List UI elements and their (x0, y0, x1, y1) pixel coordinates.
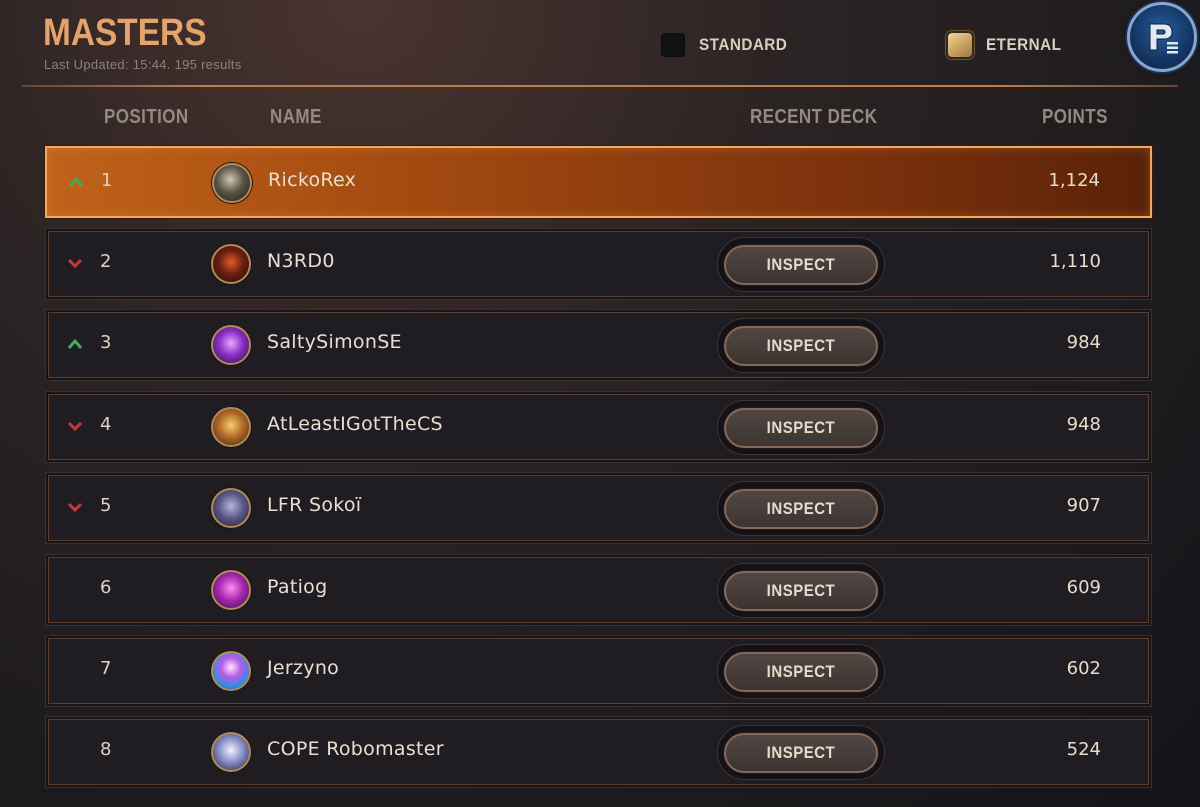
player-name: N3RD0 (267, 250, 335, 272)
inspect-deck-button[interactable]: INSPECT (717, 725, 885, 780)
last-updated-text: Last Updated: 15:44. 195 results (44, 57, 242, 72)
rank-up-arrow-icon (68, 176, 84, 187)
fox-avatar-icon (211, 407, 251, 447)
inspect-label: INSPECT (766, 742, 836, 762)
rank-position: 3 (100, 332, 112, 353)
inspect-deck-button[interactable]: INSPECT (717, 563, 885, 618)
mushroom-avatar-icon (211, 651, 251, 691)
inspect-label: INSPECT (766, 580, 836, 600)
champion-avatar-icon (211, 244, 251, 284)
player-points: 524 (1066, 739, 1101, 760)
player-points: 948 (1066, 414, 1101, 435)
page-title: MASTERS (43, 12, 207, 54)
player-points: 1,124 (1048, 170, 1100, 191)
rank-down-arrow-icon (67, 502, 83, 513)
dragon-avatar-icon (212, 163, 252, 203)
inspect-button-face: INSPECT (724, 570, 878, 611)
player-name: LFR Sokoï (267, 494, 362, 516)
leaderboard-header: MASTERS Last Updated: 15:44. 195 results… (0, 0, 1200, 92)
rank-position: 8 (100, 739, 112, 760)
inspect-deck-button[interactable]: INSPECT (717, 237, 885, 292)
leaderboard-row[interactable]: 2 N3RD0 INSPECT 1,110 (45, 228, 1152, 300)
spirit-avatar-icon (211, 732, 251, 772)
inspect-deck-button[interactable]: INSPECT (717, 318, 885, 373)
header-divider (22, 85, 1178, 87)
inspect-label: INSPECT (766, 335, 836, 355)
player-name: AtLeastIGotTheCS (267, 413, 443, 435)
player-points: 1,110 (1049, 251, 1101, 272)
standard-checkbox[interactable] (659, 31, 687, 59)
rank-position: 4 (100, 414, 112, 435)
inspect-label: INSPECT (766, 417, 836, 437)
leaderboard-row[interactable]: 3 SaltySimonSE INSPECT 984 (45, 309, 1152, 381)
leaderboard-row[interactable]: 6 Patiog INSPECT 609 (45, 554, 1152, 626)
column-header-points: POINTS (1042, 106, 1108, 128)
rank-down-arrow-icon (67, 421, 83, 432)
leaderboard-row[interactable]: 1 RickoRex 1,124 (45, 146, 1152, 218)
standard-mode-toggle[interactable]: STANDARD (659, 31, 797, 59)
column-header-position: POSITION (104, 106, 189, 128)
column-header-recent-deck: RECENT DECK (750, 106, 878, 128)
rank-position: 1 (101, 170, 113, 191)
crystal-avatar-icon (211, 325, 251, 365)
inspect-deck-button[interactable]: INSPECT (717, 481, 885, 536)
eternal-mode-toggle[interactable]: ETERNAL (946, 31, 1070, 59)
leaderboard-row[interactable]: 8 COPE Robomaster INSPECT 524 (45, 716, 1152, 788)
player-name: Jerzyno (267, 657, 340, 679)
leaderboard-row[interactable]: 4 AtLeastIGotTheCS INSPECT 948 (45, 391, 1152, 463)
rank-profile-button[interactable] (1127, 2, 1197, 72)
inspect-button-face: INSPECT (724, 407, 878, 448)
column-header-name: NAME (270, 106, 322, 128)
inspect-button-face: INSPECT (724, 651, 878, 692)
player-name: Patiog (267, 576, 328, 598)
inspect-button-face: INSPECT (724, 488, 878, 529)
player-points: 602 (1066, 658, 1101, 679)
wolf-avatar-icon (211, 488, 251, 528)
rank-down-arrow-icon (67, 258, 83, 269)
inspect-button-face: INSPECT (724, 732, 878, 773)
rank-profile-icon (1149, 23, 1178, 54)
leaderboard-row[interactable]: 5 LFR Sokoï INSPECT 907 (45, 472, 1152, 544)
inspect-label: INSPECT (766, 254, 836, 274)
eternal-label: ETERNAL (986, 35, 1062, 54)
inspect-deck-button[interactable]: INSPECT (717, 400, 885, 455)
rank-position: 6 (100, 577, 112, 598)
poro-avatar-icon (211, 570, 251, 610)
rank-up-arrow-icon (67, 338, 83, 349)
player-name: SaltySimonSE (267, 331, 402, 353)
inspect-label: INSPECT (766, 661, 836, 681)
player-points: 984 (1066, 332, 1101, 353)
rank-position: 2 (100, 251, 112, 272)
inspect-button-face: INSPECT (724, 325, 878, 366)
inspect-label: INSPECT (766, 498, 836, 518)
inspect-deck-button[interactable]: INSPECT (717, 644, 885, 699)
player-name: COPE Robomaster (267, 738, 444, 760)
eternal-checkbox[interactable] (946, 31, 974, 59)
leaderboard-row[interactable]: 7 Jerzyno INSPECT 602 (45, 635, 1152, 707)
standard-label: STANDARD (699, 35, 788, 54)
rank-position: 7 (100, 658, 112, 679)
player-name: RickoRex (268, 169, 357, 191)
player-points: 907 (1066, 495, 1101, 516)
player-points: 609 (1066, 577, 1101, 598)
rank-position: 5 (100, 495, 112, 516)
inspect-button-face: INSPECT (724, 244, 878, 285)
